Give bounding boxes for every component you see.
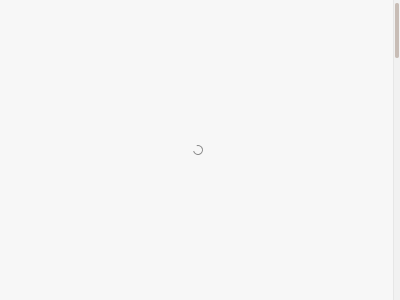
scrollbar-thumb[interactable]: [395, 3, 399, 58]
page-content-area: [0, 0, 393, 300]
loading-spinner-icon: [191, 143, 205, 157]
vertical-scrollbar[interactable]: [393, 0, 400, 300]
browser-page: [0, 0, 400, 300]
